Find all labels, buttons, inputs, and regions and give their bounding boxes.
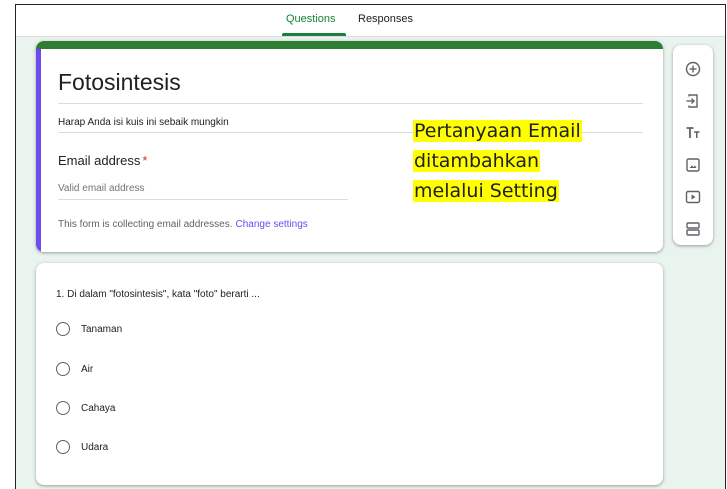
option-label: Cahaya bbox=[81, 402, 116, 414]
active-tab-indicator bbox=[282, 33, 346, 36]
option-item[interactable]: Cahaya bbox=[56, 400, 115, 416]
image-icon bbox=[686, 158, 700, 172]
annotation-line: ditambahkan bbox=[413, 150, 541, 172]
radio-button[interactable] bbox=[56, 440, 70, 454]
annotation-line: Pertanyaan Email bbox=[413, 120, 582, 142]
option-item[interactable]: Tanaman bbox=[56, 321, 122, 337]
tab-questions[interactable]: Questions bbox=[286, 13, 336, 25]
add-section-button[interactable] bbox=[682, 218, 704, 240]
import-questions-icon bbox=[686, 94, 698, 108]
email-question-label: Email address * bbox=[58, 153, 147, 168]
tab-responses[interactable]: Responses bbox=[358, 13, 413, 25]
option-label: Tanaman bbox=[81, 323, 123, 335]
email-field[interactable] bbox=[58, 177, 348, 200]
radio-button[interactable] bbox=[56, 401, 70, 415]
required-asterisk: * bbox=[142, 153, 148, 168]
floating-toolbar bbox=[673, 45, 713, 245]
option-label: Air bbox=[81, 363, 94, 375]
question-title: 1. Di dalam "fotosintesis", kata "foto" … bbox=[56, 289, 260, 300]
option-item[interactable]: Udara bbox=[56, 439, 108, 455]
add-image-button[interactable] bbox=[682, 154, 704, 176]
top-tab-bar: Questions Responses bbox=[16, 5, 725, 37]
section-icon bbox=[686, 222, 700, 236]
video-icon bbox=[685, 190, 701, 204]
option-item[interactable]: Air bbox=[56, 361, 93, 377]
radio-button[interactable] bbox=[56, 322, 70, 336]
header-color-band bbox=[36, 41, 663, 49]
radio-button[interactable] bbox=[56, 362, 70, 376]
form-editor-window: Questions Responses Fotosintesis Harap A… bbox=[15, 4, 726, 489]
add-title-button[interactable] bbox=[682, 122, 704, 144]
annotation-callout: Pertanyaan Email ditambahkan melalui Set… bbox=[413, 116, 582, 206]
add-question-button[interactable] bbox=[682, 58, 704, 80]
title-divider bbox=[58, 103, 643, 104]
active-card-indicator bbox=[36, 49, 41, 252]
import-questions-button[interactable] bbox=[682, 90, 704, 112]
change-settings-link[interactable]: Change settings bbox=[236, 219, 308, 230]
title-text-icon bbox=[686, 127, 700, 138]
form-title[interactable]: Fotosintesis bbox=[58, 69, 181, 96]
add-question-icon bbox=[685, 61, 701, 77]
option-label: Udara bbox=[81, 441, 109, 453]
annotation-line: melalui Setting bbox=[413, 180, 559, 202]
question-card[interactable]: 1. Di dalam "fotosintesis", kata "foto" … bbox=[36, 263, 663, 485]
email-collection-note: This form is collecting email addresses.… bbox=[58, 219, 308, 230]
email-label-text: Email address bbox=[58, 153, 141, 168]
form-description[interactable]: Harap Anda isi kuis ini sebaik mungkin bbox=[58, 117, 229, 128]
collection-note-text: This form is collecting email addresses. bbox=[58, 219, 233, 230]
add-video-button[interactable] bbox=[682, 186, 704, 208]
